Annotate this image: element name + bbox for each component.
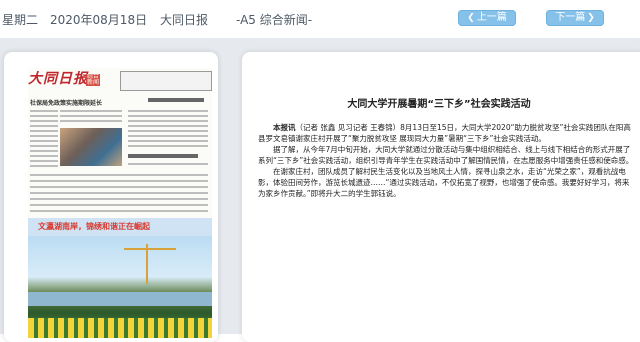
feature-banner: 文瀛湖南岸，锦绣和谐正在崛起: [28, 218, 212, 236]
content-area: 大同日报 综合新闻 社保局免政策实施期限延长 文瀛湖南岸，锦绣和谐正在崛起 大同…: [0, 38, 640, 342]
section-tag: 综合新闻: [86, 73, 100, 86]
feature-photo: [28, 236, 212, 338]
article-paragraph: 本报讯（记者 张鑫 见习记者 王春锦）8月13日至15日，大同大学2020“助力…: [258, 123, 631, 143]
newspaper-page-thumbnail[interactable]: 大同日报 综合新闻 社保局免政策实施期限延长 文瀛湖南岸，锦绣和谐正在崛起: [28, 68, 212, 338]
chevron-right-icon: ❯: [587, 13, 595, 23]
top-bar: 星期二 2020年08月18日 大同日报 -A5 综合新闻- ❮ 上一篇 下一篇 ❯: [0, 0, 640, 38]
masthead: 大同日报: [28, 71, 88, 87]
header-ad-box: [120, 71, 212, 91]
article-paragraph: 在谢家庄村，团队成员了解村民生活变化以及当地风土人情，探寻山泉之水，走访“光荣之…: [258, 167, 630, 198]
thumb-headline: 社保局免政策实施期限延长: [30, 100, 103, 107]
issue-date: 2020年08月18日: [50, 13, 148, 27]
paper-name: 大同日报: [160, 13, 209, 27]
next-article-button[interactable]: 下一篇 ❯: [546, 10, 604, 26]
article-paragraph: 据了解，从今年7月中旬开始，大同大学就通过分散活动与集中组织相结合、线上与线下相…: [258, 145, 634, 165]
article-card: 大同大学开展暑期“三下乡”社会实践活动 本报讯（记者 张鑫 见习记者 王春锦）8…: [242, 52, 640, 342]
article-body: 本报讯（记者 张鑫 见习记者 王春锦）8月13日至15日，大同大学2020“助力…: [258, 122, 634, 199]
section-name: -A5 综合新闻-: [236, 13, 313, 27]
prev-article-button[interactable]: ❮ 上一篇: [458, 10, 516, 26]
page-thumbnail-card[interactable]: 大同日报 综合新闻 社保局免政策实施期限延长 文瀛湖南岸，锦绣和谐正在崛起: [4, 52, 218, 342]
chevron-left-icon: ❮: [467, 13, 475, 23]
thumb-photo: [60, 128, 122, 166]
article-title: 大同大学开展暑期“三下乡”社会实践活动: [347, 99, 531, 110]
weekday: 星期二: [2, 13, 39, 27]
